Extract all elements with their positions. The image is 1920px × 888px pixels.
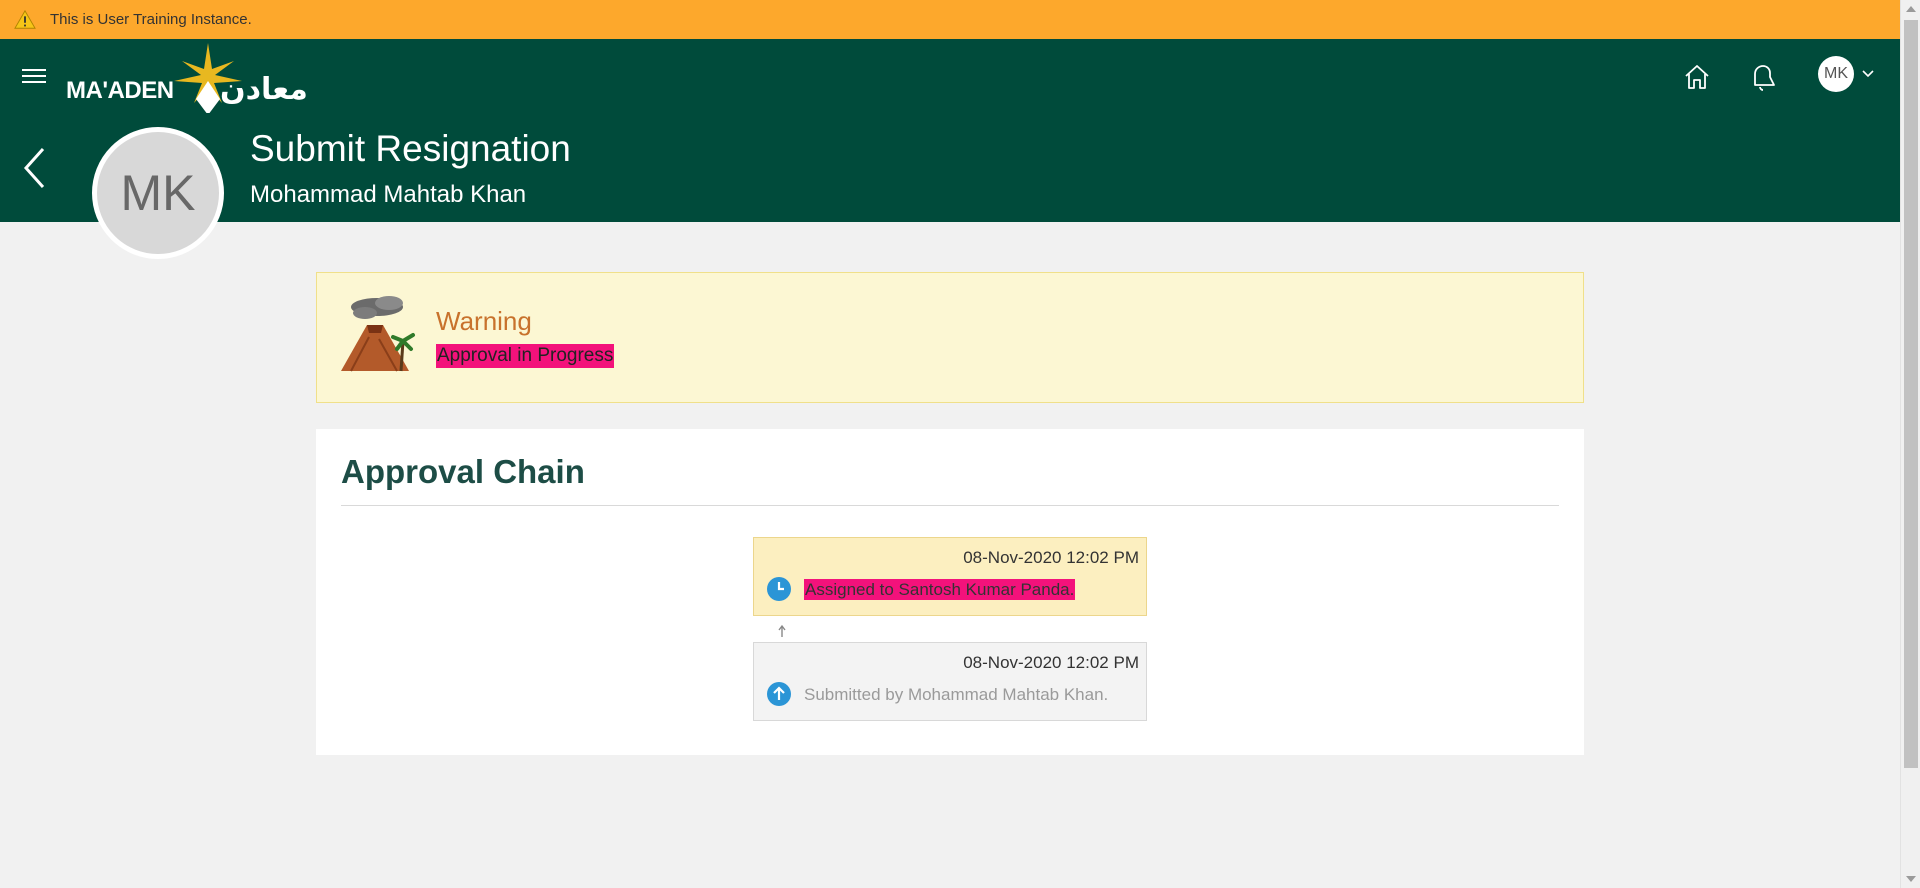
scroll-up-icon[interactable] [1906,6,1916,12]
maaden-logo[interactable]: MA'ADEN معادن [64,39,334,113]
employee-name: Mohammad Mahtab Khan [250,181,527,208]
home-icon[interactable] [1681,61,1713,93]
chevron-down-icon[interactable] [1862,70,1874,78]
user-menu[interactable]: MK [1818,56,1874,92]
approval-chain-title: Approval Chain [341,453,585,490]
employee-avatar: MK [92,127,224,259]
banner-text: This is User Training Instance. [50,11,252,28]
vertical-scrollbar[interactable] [1900,0,1920,888]
back-arrow-icon[interactable] [22,145,48,191]
logo-text-ar: معادن [220,72,308,107]
page-title: Submit Resignation [250,128,571,169]
approval-step-assigned: 08-Nov-2020 12:02 PM Assigned to Santosh… [753,537,1147,616]
arrow-up-icon [767,682,791,706]
step-text: Submitted by Mohammad Mahtab Khan. [804,685,1109,704]
connector-arrow-icon [778,624,786,637]
approval-step-submitted: 08-Nov-2020 12:02 PM Submitted by Mohamm… [753,642,1147,721]
notifications-icon[interactable] [1747,61,1779,93]
step-date: 08-Nov-2020 12:02 PM [963,548,1139,567]
scrollbar-thumb[interactable] [1904,20,1918,768]
step-text: Assigned to Santosh Kumar Panda. [804,579,1076,600]
divider [341,505,1559,506]
approval-chain-card: Approval Chain 08-Nov-2020 12:02 PM Assi… [316,429,1584,755]
training-instance-banner: This is User Training Instance. [0,0,1900,39]
hamburger-menu-icon[interactable] [22,65,48,87]
user-avatar[interactable]: MK [1818,56,1854,92]
warning-title: Warning [436,306,532,336]
warning-message-box: Warning Approval in Progress [316,272,1584,403]
warning-message: Approval in Progress [436,344,615,368]
step-date: 08-Nov-2020 12:02 PM [963,653,1139,672]
warning-triangle-icon [14,9,36,29]
scroll-down-icon[interactable] [1906,876,1916,882]
clock-icon [767,577,791,601]
logo-text-en: MA'ADEN [66,77,174,104]
app-header: MA'ADEN معادن MK Submit Resignation Moha… [0,39,1900,222]
volcano-icon [341,296,415,372]
